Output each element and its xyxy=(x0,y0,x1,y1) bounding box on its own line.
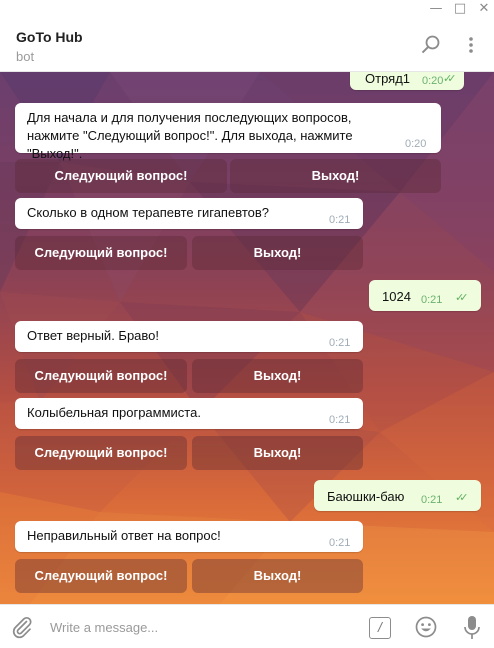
incoming-message[interactable]: Сколько в одном терапевте гигапевтов? 0:… xyxy=(15,198,363,229)
message-text: Ответ верный. Браво! xyxy=(27,328,160,343)
paperclip-icon[interactable] xyxy=(10,615,34,639)
message-text: Для начала и для получения последующих в… xyxy=(27,110,353,161)
message-text: 1024 xyxy=(382,289,411,304)
exit-button[interactable]: Выход! xyxy=(192,359,363,393)
chat-header: GoTo Hub bot xyxy=(0,20,494,72)
message-text: Баюшки-баю xyxy=(327,489,405,504)
next-question-button[interactable]: Следующий вопрос! xyxy=(15,159,227,193)
outgoing-message[interactable]: Баюшки-баю 0:21 ✓✓ xyxy=(314,480,481,511)
close-icon[interactable]: ✕ xyxy=(474,0,494,18)
message-time: 0:20 xyxy=(422,75,444,87)
minimize-icon[interactable]: — xyxy=(426,0,446,18)
message-composer: / xyxy=(0,604,494,648)
bot-command-button[interactable]: / xyxy=(369,617,391,639)
window-titlebar: — □ ✕ xyxy=(0,0,494,20)
emoji-icon[interactable] xyxy=(415,616,437,638)
next-question-button[interactable]: Следующий вопрос! xyxy=(15,436,187,470)
message-text: Отряд1 xyxy=(365,72,411,86)
message-time: 0:21 xyxy=(421,494,443,506)
chat-subtitle: bot xyxy=(16,49,35,64)
message-input[interactable] xyxy=(50,617,350,637)
incoming-message[interactable]: Неправильный ответ на вопрос! 0:21 xyxy=(15,521,363,552)
chat-title[interactable]: GoTo Hub xyxy=(16,29,83,45)
next-question-button[interactable]: Следующий вопрос! xyxy=(15,236,187,270)
outgoing-message[interactable]: 1024 0:21 ✓✓ xyxy=(369,280,481,311)
exit-button[interactable]: Выход! xyxy=(192,436,363,470)
message-text: Сколько в одном терапевте гигапевтов? xyxy=(27,205,269,220)
double-check-icon: ✓✓ xyxy=(443,72,457,85)
exit-button[interactable]: Выход! xyxy=(230,159,441,193)
message-time: 0:21 xyxy=(329,214,351,226)
next-question-button[interactable]: Следующий вопрос! xyxy=(15,559,187,593)
message-time: 0:21 xyxy=(329,537,351,549)
message-time: 0:21 xyxy=(329,414,351,426)
incoming-message[interactable]: Колыбельная программиста. 0:21 xyxy=(15,398,363,429)
more-vertical-icon[interactable] xyxy=(462,34,480,56)
incoming-message[interactable]: Для начала и для получения последующих в… xyxy=(15,103,441,161)
double-check-icon: ✓✓ xyxy=(455,291,469,304)
microphone-icon[interactable] xyxy=(463,615,481,641)
message-time: 0:21 xyxy=(329,337,351,349)
search-icon[interactable] xyxy=(420,34,442,56)
maximize-icon[interactable]: □ xyxy=(450,0,470,18)
double-check-icon: ✓✓ xyxy=(455,491,469,504)
exit-button[interactable]: Выход! xyxy=(192,559,363,593)
exit-button[interactable]: Выход! xyxy=(192,236,363,270)
outgoing-message[interactable]: Отряд1 0:20 ✓✓ xyxy=(350,72,464,90)
next-question-button[interactable]: Следующий вопрос! xyxy=(15,359,187,393)
chat-history[interactable]: Отряд1 0:20 ✓✓ Для начала и для получени… xyxy=(0,72,494,604)
message-text: Колыбельная программиста. xyxy=(27,405,201,420)
message-text: Неправильный ответ на вопрос! xyxy=(27,528,221,543)
message-time: 0:21 xyxy=(421,294,443,306)
incoming-message[interactable]: Ответ верный. Браво! 0:21 xyxy=(15,321,363,352)
message-time: 0:20 xyxy=(405,138,427,150)
